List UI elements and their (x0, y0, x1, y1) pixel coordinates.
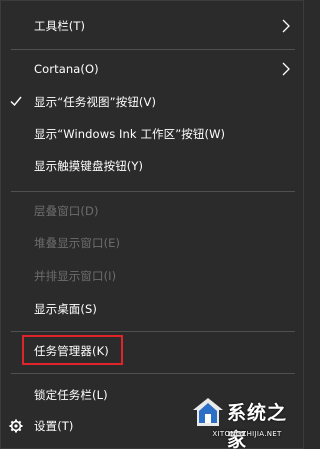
taskbar-context-menu: 工具栏(T) Cortana(O) 显示“任务视图”按钮(V) 显示“Windo… (0, 0, 304, 449)
menu-item-show-touch-keyboard-button[interactable]: 显示触摸键盘按钮(Y) (1, 151, 303, 181)
site-watermark: 系统之家 XITONGZHIJIA.NET (191, 394, 303, 449)
menu-item-label: 锁定任务栏(L) (34, 388, 108, 402)
menu-separator (11, 49, 295, 50)
watermark-title: 系统之家 (227, 402, 288, 449)
menu-item-label: 显示触摸键盘按钮(Y) (34, 159, 144, 173)
menu-separator (11, 191, 295, 192)
chevron-right-icon (282, 19, 290, 33)
menu-separator (11, 373, 295, 374)
menu-item-show-windows-ink-button[interactable]: 显示“Windows Ink 工作区”按钮(W) (1, 119, 303, 149)
chevron-right-icon (282, 62, 290, 76)
menu-item-label: 设置(T) (34, 419, 74, 433)
menu-item-label: 显示桌面(S) (34, 302, 97, 316)
menu-separator (11, 331, 295, 332)
house-logo-icon (193, 398, 223, 426)
watermark-url: XITONGZHIJIA.NET (212, 430, 282, 438)
menu-item-label: 层叠窗口(D) (34, 204, 99, 218)
menu-item-side-by-side-windows: 并排显示窗口(I) (1, 261, 303, 291)
menu-item-label: 并排显示窗口(I) (34, 269, 117, 283)
gear-icon (9, 419, 23, 433)
menu-item-cortana[interactable]: Cortana(O) (1, 54, 303, 84)
menu-item-stack-windows: 堆叠显示窗口(E) (1, 228, 303, 258)
menu-item-label: 显示“任务视图”按钮(V) (34, 95, 157, 109)
menu-item-label: 显示“Windows Ink 工作区”按钮(W) (34, 127, 226, 141)
menu-item-label: Cortana(O) (34, 62, 99, 76)
menu-item-show-desktop[interactable]: 显示桌面(S) (1, 294, 303, 324)
menu-item-show-task-view-button[interactable]: 显示“任务视图”按钮(V) (1, 87, 303, 117)
checkmark-icon (10, 96, 22, 107)
highlight-box (22, 335, 123, 365)
menu-item-label: 工具栏(T) (34, 19, 86, 33)
menu-item-label: 堆叠显示窗口(E) (34, 236, 121, 250)
menu-item-toolbars[interactable]: 工具栏(T) (1, 11, 303, 41)
menu-item-cascade-windows: 层叠窗口(D) (1, 196, 303, 226)
